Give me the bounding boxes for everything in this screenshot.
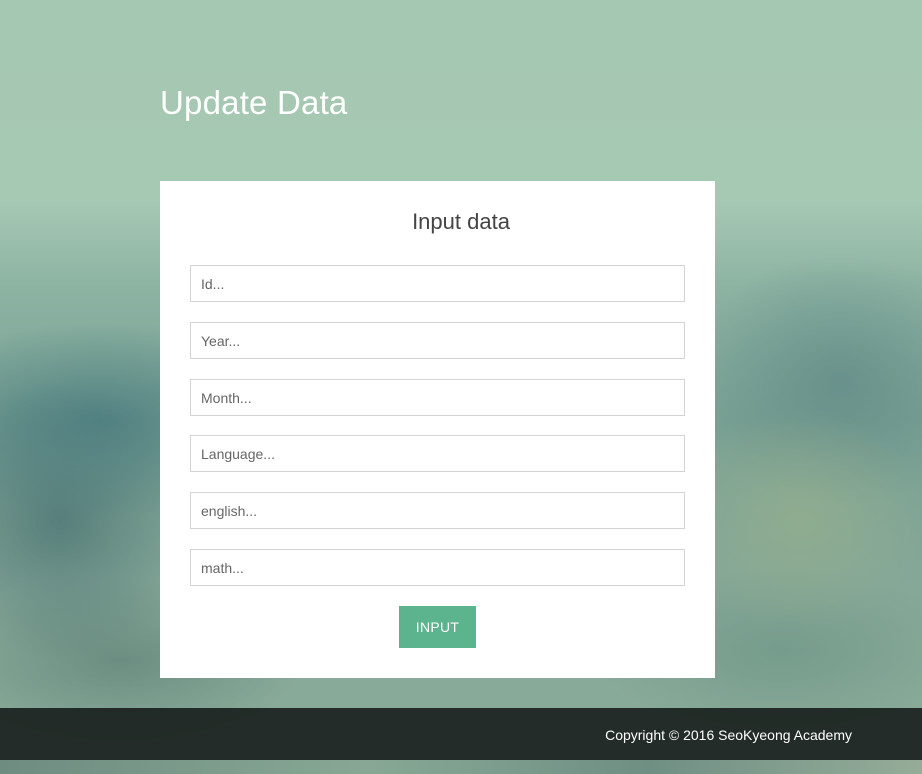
page-title: Update Data (160, 84, 348, 121)
form-heading: Input data (412, 209, 510, 234)
month-input[interactable] (190, 379, 685, 416)
math-input[interactable] (190, 549, 685, 586)
form-card (160, 181, 715, 678)
background-strip (0, 760, 922, 774)
copyright-text: Copyright © 2016 SeoKyeong Academy (605, 727, 852, 743)
id-input[interactable] (190, 265, 685, 302)
language-input[interactable] (190, 435, 685, 472)
year-input[interactable] (190, 322, 685, 359)
english-input[interactable] (190, 492, 685, 529)
input-button[interactable]: INPUT (399, 606, 476, 648)
footer: Copyright © 2016 SeoKyeong Academy (0, 708, 922, 760)
